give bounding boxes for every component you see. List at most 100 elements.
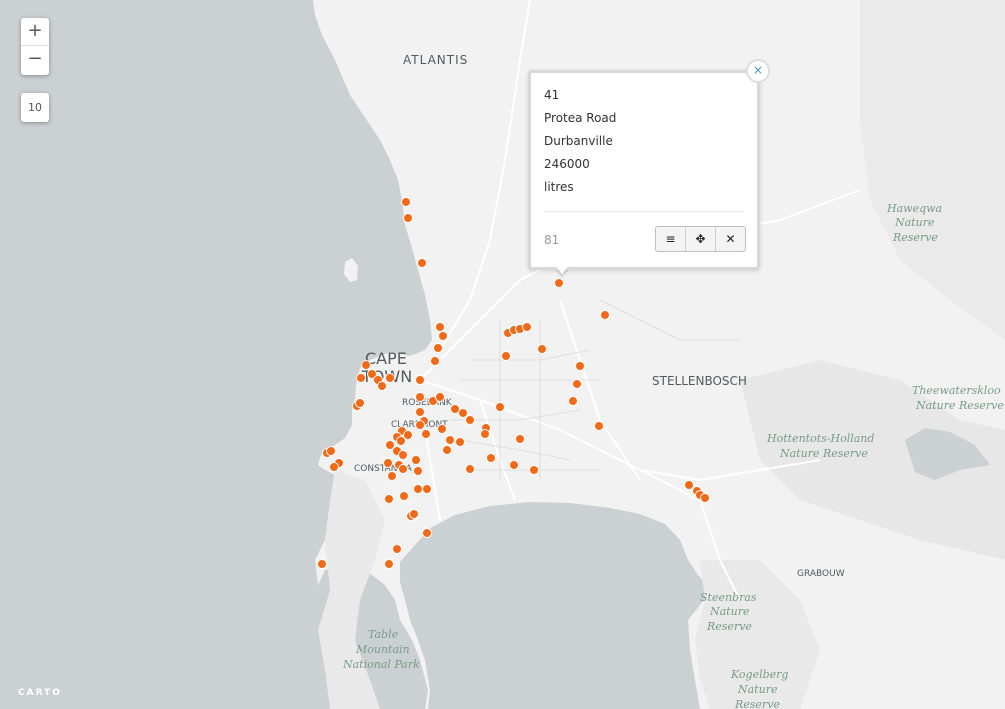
map-marker[interactable] [392,544,402,554]
label-stellenbosch: STELLENBOSCH [652,374,747,388]
map-marker[interactable] [415,420,425,430]
map-marker[interactable] [417,258,427,268]
map-marker[interactable] [399,491,409,501]
map-marker[interactable] [385,373,395,383]
map-marker[interactable] [326,446,336,456]
map-marker[interactable] [398,464,408,474]
map-marker[interactable] [495,402,505,412]
map-marker[interactable] [421,429,431,439]
map-marker[interactable] [486,453,496,463]
map-marker[interactable] [437,424,447,434]
list-icon[interactable]: ≡ [656,227,685,251]
move-icon[interactable]: ✥ [685,227,715,251]
label-table-mountain-1: Table [368,628,399,641]
label-atlantis: ATLANTIS [403,53,468,67]
map-marker[interactable] [684,480,694,490]
zoom-level-indicator: 10 [21,93,49,122]
map-marker[interactable] [387,471,397,481]
popup-feature-count: 81 [544,233,560,247]
map-marker[interactable] [455,437,465,447]
map-marker[interactable] [433,343,443,353]
popup-line-street: Protea Road [544,111,617,125]
map-marker[interactable] [413,484,423,494]
map-marker[interactable] [403,213,413,223]
map-marker[interactable] [529,465,539,475]
map-marker[interactable] [383,458,393,468]
label-haweqwa-1: Haweqwa [886,202,942,215]
popup-line-unit: litres [544,180,574,194]
map-marker[interactable] [430,356,440,366]
map-marker[interactable] [415,392,425,402]
map-marker[interactable] [435,392,445,402]
map-marker[interactable] [411,455,421,465]
map-marker[interactable] [435,322,445,332]
map-canvas[interactable]: ATLANTIS CAPE TOWN ROSEBANK CLAREMONT CO… [0,0,1005,709]
popup-line-suburb: Durbanville [544,134,613,148]
map-marker[interactable] [572,379,582,389]
map-marker[interactable] [458,408,468,418]
label-hottentots-1: Hottentots-Holland [766,432,874,445]
label-haweqwa-3: Reserve [892,231,938,244]
popup-line-number: 41 [544,88,560,102]
map-marker[interactable] [600,310,610,320]
label-steenbras-1: Steenbras [700,591,757,604]
map-marker[interactable] [409,509,419,519]
map-marker[interactable] [398,450,408,460]
map-marker[interactable] [422,484,432,494]
map-marker[interactable] [465,415,475,425]
map-marker[interactable] [415,375,425,385]
label-theewaterskloof-2: Nature Reserve [915,399,1004,412]
map-marker[interactable] [377,381,387,391]
map-marker[interactable] [355,398,365,408]
map-marker[interactable] [465,464,475,474]
info-popup: 41 Protea Road Durbanville 246000 litres… [528,70,760,270]
map-marker[interactable] [361,360,371,370]
map-marker[interactable] [445,435,455,445]
map-marker[interactable] [356,373,366,383]
false-bay [400,502,712,709]
label-kogelberg-2: Nature [737,683,778,696]
map-marker[interactable] [413,466,423,476]
map-marker[interactable] [442,445,452,455]
map-marker[interactable] [480,429,490,439]
map-marker[interactable] [438,331,448,341]
map-marker[interactable] [594,421,604,431]
map-marker[interactable] [384,559,394,569]
zoom-out-button[interactable]: − [21,46,49,74]
map-marker[interactable] [522,322,532,332]
map-marker[interactable] [317,559,327,569]
label-steenbras-2: Nature [709,605,750,618]
map-marker[interactable] [515,434,525,444]
map-marker[interactable] [568,396,578,406]
map-marker[interactable] [537,344,547,354]
popup-line-volume: 246000 [544,157,590,171]
label-table-mountain-3: National Park [342,658,420,671]
close-icon[interactable]: ✕ [715,227,745,251]
label-steenbras-3: Reserve [706,620,752,633]
map-marker[interactable] [401,197,411,207]
popup-divider [544,211,744,212]
map-marker[interactable] [403,430,413,440]
map-marker[interactable] [700,493,710,503]
map-marker[interactable] [329,462,339,472]
label-haweqwa-2: Nature [894,216,935,229]
carto-logo: CARTO [18,688,62,698]
map-marker[interactable] [384,494,394,504]
map-marker[interactable] [415,407,425,417]
map-marker[interactable] [554,278,564,288]
zoom-in-button[interactable]: + [21,18,49,46]
label-grabouw: GRABOUW [797,569,845,579]
label-kogelberg-1: Kogelberg [730,668,788,681]
label-cape: CAPE [365,349,407,368]
map-marker[interactable] [575,361,585,371]
popup-content: 41 Protea Road Durbanville 246000 litres [544,87,616,202]
label-kogelberg-3: Reserve [734,698,780,709]
popup-toolbar: ≡ ✥ ✕ [655,226,746,252]
map-marker[interactable] [509,460,519,470]
label-theewaterskloof-1: Theewaterskloo [912,384,1001,397]
label-rosebank: ROSEBANK [402,398,453,408]
map-marker[interactable] [501,351,511,361]
popup-close-button[interactable]: × [746,59,770,83]
popup-tip [555,265,569,274]
map-marker[interactable] [422,528,432,538]
